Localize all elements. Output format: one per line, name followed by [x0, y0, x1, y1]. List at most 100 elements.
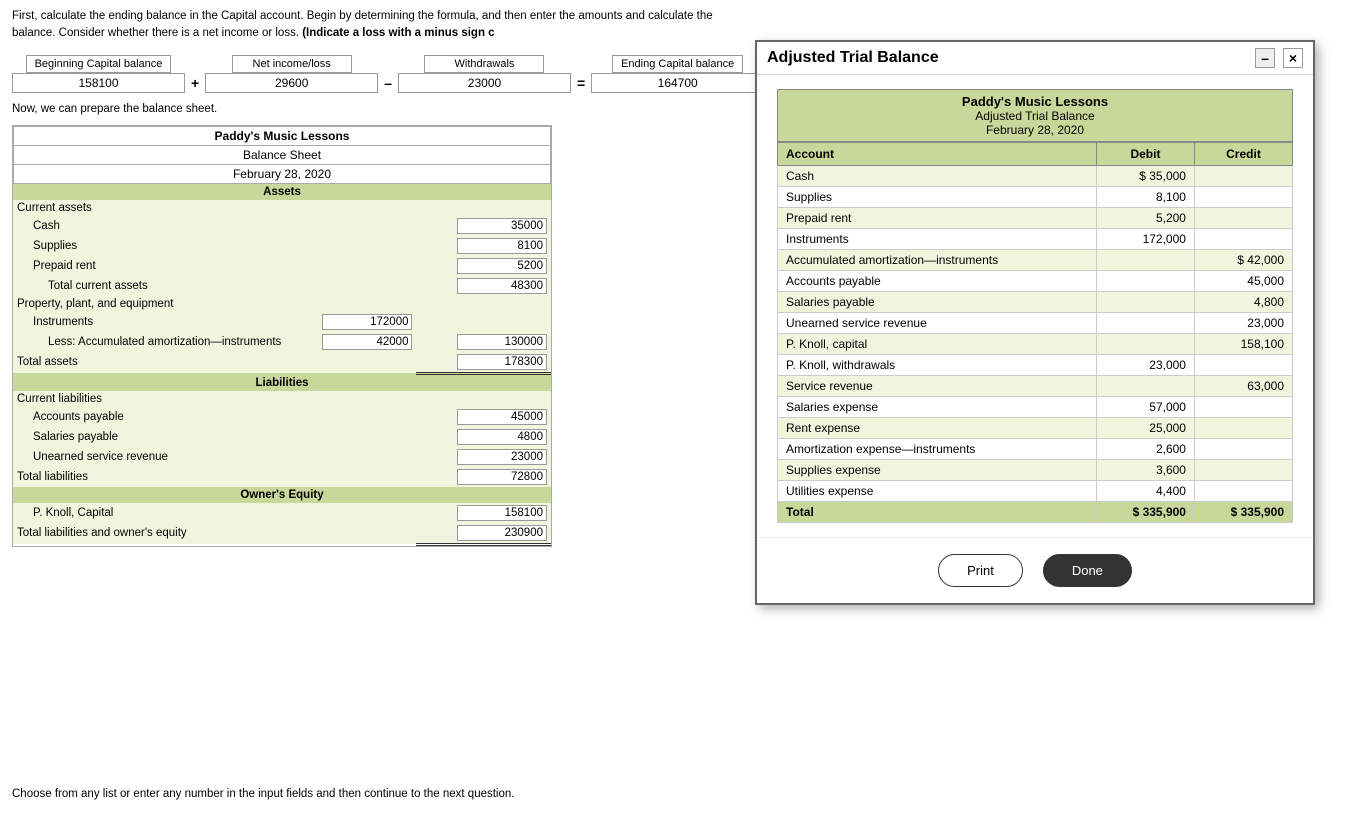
prepaid-rent-label: Prepaid rent: [13, 256, 309, 276]
modal-titlebar: Adjusted Trial Balance – ×: [757, 42, 1313, 75]
atb-credit-cell: 23,000: [1194, 313, 1292, 334]
ending-capital-input[interactable]: [591, 73, 764, 93]
atb-row: Service revenue63,000: [778, 376, 1293, 397]
atb-credit-cell: [1194, 187, 1292, 208]
atb-debit-cell: $ 335,900: [1096, 502, 1194, 523]
instruments-input[interactable]: [322, 314, 412, 330]
atb-account-cell: Service revenue: [778, 376, 1097, 397]
minus-operator: –: [384, 75, 392, 91]
done-button[interactable]: Done: [1043, 554, 1132, 587]
total-assets-input[interactable]: [457, 354, 547, 370]
atb-content: Paddy's Music Lessons Adjusted Trial Bal…: [757, 75, 1313, 537]
capital-formula: Beginning Capital balance + Net income/l…: [12, 55, 738, 93]
current-assets-label: Current assets: [13, 200, 309, 216]
atb-credit-cell: 4,800: [1194, 292, 1292, 313]
atb-row: Utilities expense4,400: [778, 481, 1293, 502]
bottom-text: Choose from any list or enter any number…: [12, 788, 514, 800]
total-current-assets-input[interactable]: [457, 278, 547, 294]
beginning-capital-label: Beginning Capital balance: [26, 55, 172, 73]
atb-credit-cell: [1194, 355, 1292, 376]
atb-credit-cell: [1194, 418, 1292, 439]
atb-debit-cell: [1096, 334, 1194, 355]
atb-account-cell: Accounts payable: [778, 271, 1097, 292]
modal-footer: Print Done: [757, 537, 1313, 603]
plus-operator: +: [191, 75, 199, 91]
unearned-revenue-label: Unearned service revenue: [13, 447, 309, 467]
atb-row: Supplies expense3,600: [778, 460, 1293, 481]
bs-title: Balance Sheet: [14, 146, 550, 165]
balance-sheet: Paddy's Music Lessons Balance Sheet Febr…: [12, 125, 552, 547]
modal-title: Adjusted Trial Balance: [767, 49, 939, 67]
atb-debit-cell: [1096, 271, 1194, 292]
atb-credit-cell: [1194, 439, 1292, 460]
atb-credit-cell: [1194, 481, 1292, 502]
liabilities-header: Liabilities: [13, 373, 551, 391]
salaries-payable-input[interactable]: [457, 429, 547, 445]
total-liabilities-input[interactable]: [457, 469, 547, 485]
atb-credit-cell: [1194, 229, 1292, 250]
withdrawals-box: Withdrawals: [398, 55, 571, 93]
total-assets-label: Total assets: [13, 352, 309, 374]
bs-date: February 28, 2020: [14, 165, 550, 183]
atb-debit-cell: [1096, 292, 1194, 313]
cash-label: Cash: [13, 216, 309, 236]
atb-row: Prepaid rent5,200: [778, 208, 1293, 229]
atb-row: Salaries expense57,000: [778, 397, 1293, 418]
atb-debit-cell: [1096, 250, 1194, 271]
modal-controls: – ×: [1255, 48, 1303, 68]
close-button[interactable]: ×: [1283, 48, 1303, 68]
supplies-input[interactable]: [457, 238, 547, 254]
atb-row: Instruments172,000: [778, 229, 1293, 250]
accum-amort-input[interactable]: [322, 334, 412, 350]
atb-account-cell: Salaries expense: [778, 397, 1097, 418]
atb-debit-cell: 25,000: [1096, 418, 1194, 439]
cash-input[interactable]: [457, 218, 547, 234]
accum-amort-label: Less: Accumulated amortization—instrumen…: [13, 332, 309, 352]
print-button[interactable]: Print: [938, 554, 1023, 587]
atb-row: Supplies8,100: [778, 187, 1293, 208]
atb-credit-cell: [1194, 166, 1292, 187]
atb-row: Accounts payable45,000: [778, 271, 1293, 292]
ppe-label: Property, plant, and equipment: [13, 296, 309, 312]
atb-row: Amortization expense—instruments2,600: [778, 439, 1293, 460]
atb-debit-cell: [1096, 313, 1194, 334]
atb-credit-cell: [1194, 460, 1292, 481]
now-text: Now, we can prepare the balance sheet.: [12, 103, 738, 115]
bs-assets-table: Assets Current assets Cash Supplies P: [13, 184, 551, 546]
atb-account-cell: Prepaid rent: [778, 208, 1097, 229]
atb-debit-cell: 8,100: [1096, 187, 1194, 208]
atb-row: Accumulated amortization—instruments $ 42…: [778, 250, 1293, 271]
withdrawals-input[interactable]: [398, 73, 571, 93]
atb-debit-cell: 2,600: [1096, 439, 1194, 460]
atb-debit-cell: 57,000: [1096, 397, 1194, 418]
atb-debit-cell: 23,000: [1096, 355, 1194, 376]
atb-company: Paddy's Music Lessons: [782, 94, 1288, 109]
salaries-payable-label: Salaries payable: [13, 427, 309, 447]
atb-account-cell: Instruments: [778, 229, 1097, 250]
beginning-capital-input[interactable]: [12, 73, 185, 93]
capital-input[interactable]: [457, 505, 547, 521]
accounts-payable-input[interactable]: [457, 409, 547, 425]
net-income-input[interactable]: [205, 73, 378, 93]
atb-credit-cell: [1194, 397, 1292, 418]
total-liabilities-label: Total liabilities: [13, 467, 309, 487]
atb-debit-cell: 3,600: [1096, 460, 1194, 481]
ending-capital-label: Ending Capital balance: [612, 55, 743, 73]
atb-credit-cell: $ 42,000: [1194, 250, 1292, 271]
atb-debit-cell: $ 35,000: [1096, 166, 1194, 187]
atb-account-cell: Cash: [778, 166, 1097, 187]
atb-account-cell: Unearned service revenue: [778, 313, 1097, 334]
minimize-button[interactable]: –: [1255, 48, 1275, 68]
unearned-revenue-input[interactable]: [457, 449, 547, 465]
atb-row: Unearned service revenue 23,000: [778, 313, 1293, 334]
bs-company: Paddy's Music Lessons: [14, 127, 550, 146]
prepaid-rent-input[interactable]: [457, 258, 547, 274]
instruments-net-input[interactable]: [457, 334, 547, 350]
equals-operator: =: [577, 75, 585, 91]
atb-row: Cash$ 35,000: [778, 166, 1293, 187]
total-liab-equity-input[interactable]: [457, 525, 547, 541]
atb-account-cell: Utilities expense: [778, 481, 1097, 502]
net-income-box: Net income/loss: [205, 55, 378, 93]
atb-header: Paddy's Music Lessons Adjusted Trial Bal…: [777, 89, 1293, 142]
atb-account-cell: Accumulated amortization—instruments: [778, 250, 1097, 271]
